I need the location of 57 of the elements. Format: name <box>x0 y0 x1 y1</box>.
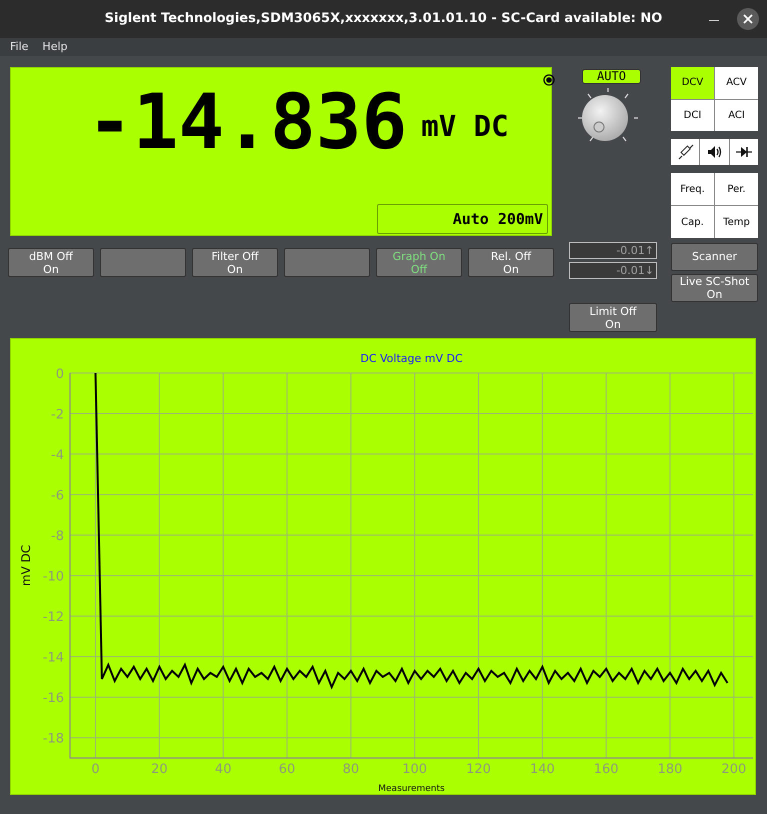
speaker-icon <box>705 144 724 160</box>
resistor-icon <box>676 144 694 160</box>
x-tick-label: 100 <box>402 762 428 777</box>
x-tick-label: 160 <box>594 762 619 777</box>
y-tick-label: -6 <box>51 488 64 504</box>
diode-icon <box>734 144 753 160</box>
indicator-icon <box>543 74 555 86</box>
x-tick-label: 0 <box>91 762 100 777</box>
toggle-button[interactable]: Filter Off On <box>192 248 278 277</box>
upper-limit-field[interactable]: -0.01↑ <box>569 242 657 259</box>
blank-button[interactable] <box>100 248 186 277</box>
lower-limit-field[interactable]: -0.01↓ <box>569 262 657 279</box>
blank-button[interactable] <box>284 248 370 277</box>
mode-button[interactable]: DCV <box>671 67 714 98</box>
toggle-button[interactable]: dBM Off On <box>8 248 94 277</box>
y-axis-label: mV DC <box>19 544 33 586</box>
x-tick-label: 180 <box>658 762 682 777</box>
y-tick-label: -10 <box>42 570 64 585</box>
x-tick-label: 40 <box>214 762 232 777</box>
screenshot-button[interactable]: Live SC-Shot On <box>671 274 758 302</box>
y-tick-label: -14 <box>42 650 64 666</box>
scanner-button[interactable]: Scanner <box>671 243 758 271</box>
toggle-button[interactable]: Rel. Off On <box>468 248 554 277</box>
x-axis-label: Measurements <box>378 784 445 794</box>
close-icon[interactable] <box>737 8 759 30</box>
x-tick-label: 60 <box>278 762 296 777</box>
unit-label: mV DC <box>421 108 509 144</box>
mode-button[interactable]: Per. <box>715 173 758 205</box>
mode-button[interactable]: Temp <box>715 206 758 238</box>
y-tick-label: -12 <box>42 610 64 626</box>
x-tick-label: 120 <box>466 762 491 777</box>
chart-title: DC Voltage mV DC <box>360 352 463 365</box>
x-tick-label: 140 <box>530 762 555 777</box>
menu-item[interactable]: File <box>10 38 28 56</box>
y-tick-label: -16 <box>42 691 64 706</box>
diode-button[interactable] <box>730 139 758 165</box>
menu-item[interactable]: Help <box>42 38 68 56</box>
limit-button[interactable]: Limit Off On <box>569 303 657 332</box>
range-label: Auto 200mV <box>377 204 548 234</box>
x-tick-label: 200 <box>721 762 746 777</box>
y-tick-label: 0 <box>56 367 64 382</box>
auto-range-badge: AUTO <box>582 69 641 84</box>
mode-button[interactable]: DCI <box>671 100 714 131</box>
mode-button[interactable]: Freq. <box>671 173 714 205</box>
reading-value: -14.836 <box>87 82 408 162</box>
x-tick-label: 80 <box>342 762 360 777</box>
speaker-button[interactable] <box>700 139 729 165</box>
mode-button[interactable]: ACV <box>715 67 758 98</box>
mode-button[interactable]: Cap. <box>671 206 714 238</box>
window-title: Siglent Technologies,SDM3065X,xxxxxxx,3.01.01.10 - SC-Card available: NO <box>104 10 662 28</box>
y-tick-label: -8 <box>51 529 64 544</box>
y-tick-label: -2 <box>51 408 64 423</box>
y-tick-label: -18 <box>42 732 64 747</box>
resistor-button[interactable] <box>671 139 700 165</box>
y-tick-label: -4 <box>51 448 64 464</box>
mode-button[interactable]: ACI <box>715 100 758 131</box>
x-tick-label: 20 <box>151 762 168 777</box>
